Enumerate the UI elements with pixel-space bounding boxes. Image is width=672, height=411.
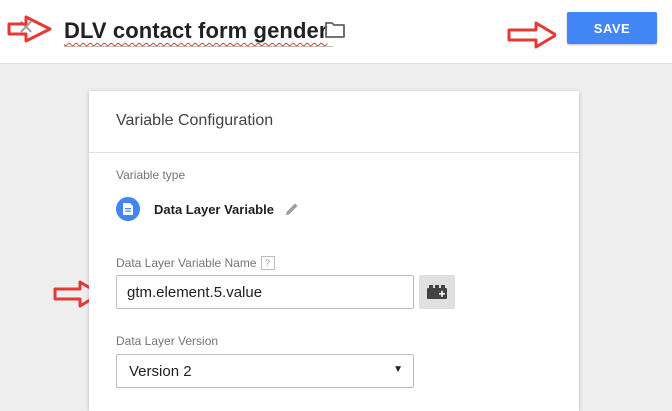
dlv-name-label-text: Data Layer Variable Name: [116, 256, 257, 270]
pencil-icon[interactable]: [284, 201, 300, 217]
folder-icon[interactable]: [324, 20, 346, 40]
variable-type-label: Variable type: [116, 168, 186, 182]
variable-picker-button[interactable]: [419, 275, 455, 309]
variable-type-name: Data Layer Variable: [154, 201, 274, 217]
dlv-name-label: Data Layer Variable Name?: [116, 256, 275, 270]
add-variable-icon: [427, 285, 447, 299]
page-title[interactable]: DLV contact form gender: [64, 16, 334, 47]
dlv-name-input[interactable]: [116, 275, 414, 309]
version-select[interactable]: Version 2 ▼: [116, 354, 414, 388]
variable-type-row[interactable]: Data Layer Variable: [116, 197, 300, 221]
help-icon[interactable]: ?: [260, 256, 275, 270]
title-text: DLV contact form gender: [64, 18, 328, 43]
top-bar: ✕ DLV contact form gender SAVE: [0, 0, 672, 64]
annotation-arrow-icon: [507, 21, 556, 49]
version-select-value: Version 2: [129, 363, 192, 380]
annotation-arrow-icon: [7, 15, 52, 43]
card-title: Variable Configuration: [116, 112, 274, 129]
variable-configuration-card: Variable Configuration Variable type Dat…: [89, 91, 579, 411]
save-button[interactable]: SAVE: [567, 12, 657, 44]
caret-down-icon: ▼: [393, 364, 403, 375]
card-header: Variable Configuration: [89, 91, 579, 153]
document-icon: [116, 197, 140, 221]
version-label: Data Layer Version: [116, 334, 219, 348]
